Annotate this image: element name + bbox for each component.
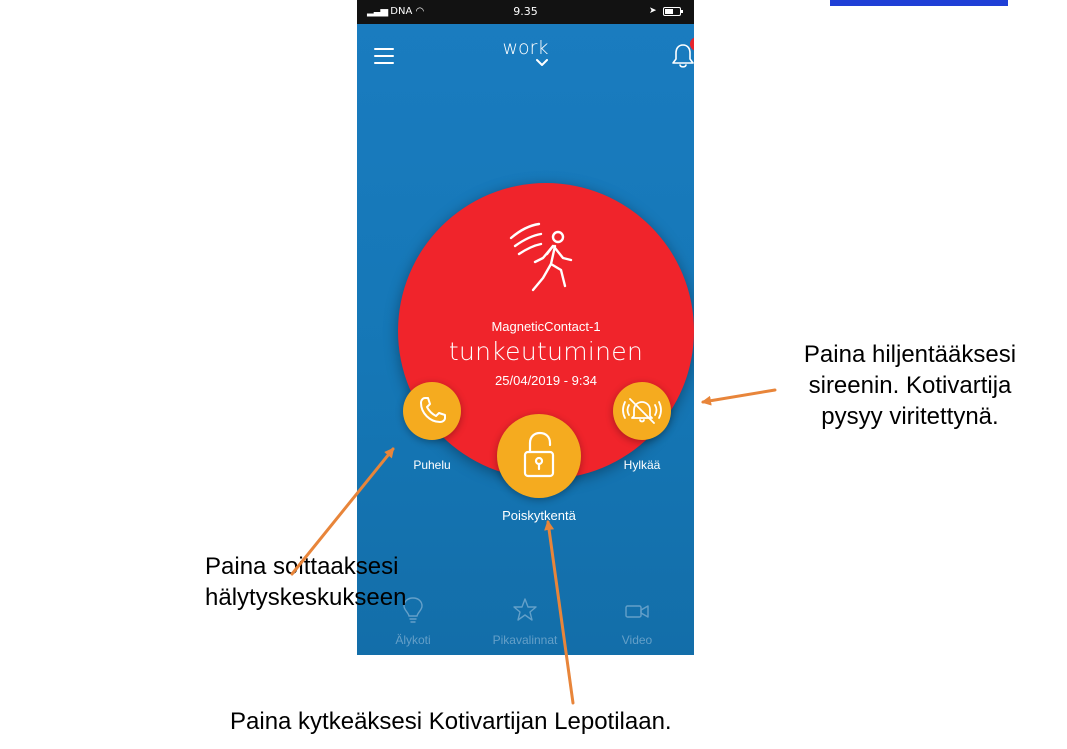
annotation-line: pysyy viritettynä. xyxy=(821,403,999,430)
nav-label: Älykoti xyxy=(395,633,431,647)
site-selector[interactable]: work xyxy=(357,37,694,59)
annotation-line: Paina hiljentääksesi xyxy=(803,341,1017,368)
location-arrow-icon: ➤ xyxy=(649,6,657,16)
call-label: Puhelu xyxy=(413,458,451,472)
annotation-line: Paina soittaaksesi xyxy=(205,553,399,580)
unlocked-padlock-icon xyxy=(523,431,555,478)
call-button[interactable] xyxy=(403,382,461,440)
annotation-line: hälytyskeskukseen xyxy=(205,584,407,611)
status-bar: ▂▃▅ DNA ◠ 9.35 ➤ xyxy=(357,0,694,24)
nav-item-pikavalinnat[interactable]: Pikavalinnat xyxy=(469,588,581,655)
nav-item-video[interactable]: Video xyxy=(581,588,693,655)
status-time: 9.35 xyxy=(513,5,538,18)
chevron-down-icon[interactable] xyxy=(536,59,548,67)
alarm-type: tunkeutuminen xyxy=(448,337,644,366)
battery-icon xyxy=(663,7,683,16)
dismiss-annotation: Paina hiljentääksesi sireenin. Kotivarti… xyxy=(765,339,1055,432)
disarm-annotation: Paina kytkeäksesi Kotivartijan Lepotilaa… xyxy=(230,708,672,735)
disarm-label: Poiskytkentä xyxy=(502,508,576,523)
decorative-top-rule xyxy=(830,0,1008,6)
menu-bar-icon xyxy=(374,62,394,64)
annotation-line: sireenin. Kotivartija xyxy=(808,372,1012,399)
nav-label: Pikavalinnat xyxy=(492,633,558,647)
nav-label: Video xyxy=(621,633,653,647)
call-annotation: Paina soittaaksesi hälytyskeskukseen xyxy=(205,551,425,613)
intrusion-motion-icon xyxy=(509,222,573,292)
alarm-device-name: MagneticContact-1 xyxy=(491,319,601,334)
dismiss-siren-button[interactable] xyxy=(613,382,671,440)
star-icon xyxy=(513,598,537,621)
video-camera-icon xyxy=(625,605,649,618)
silence-alarm-icon xyxy=(622,398,662,424)
phone-icon xyxy=(420,397,446,423)
disarm-button[interactable] xyxy=(497,414,581,498)
dismiss-label: Hylkää xyxy=(623,458,661,472)
site-name: work xyxy=(502,37,549,59)
